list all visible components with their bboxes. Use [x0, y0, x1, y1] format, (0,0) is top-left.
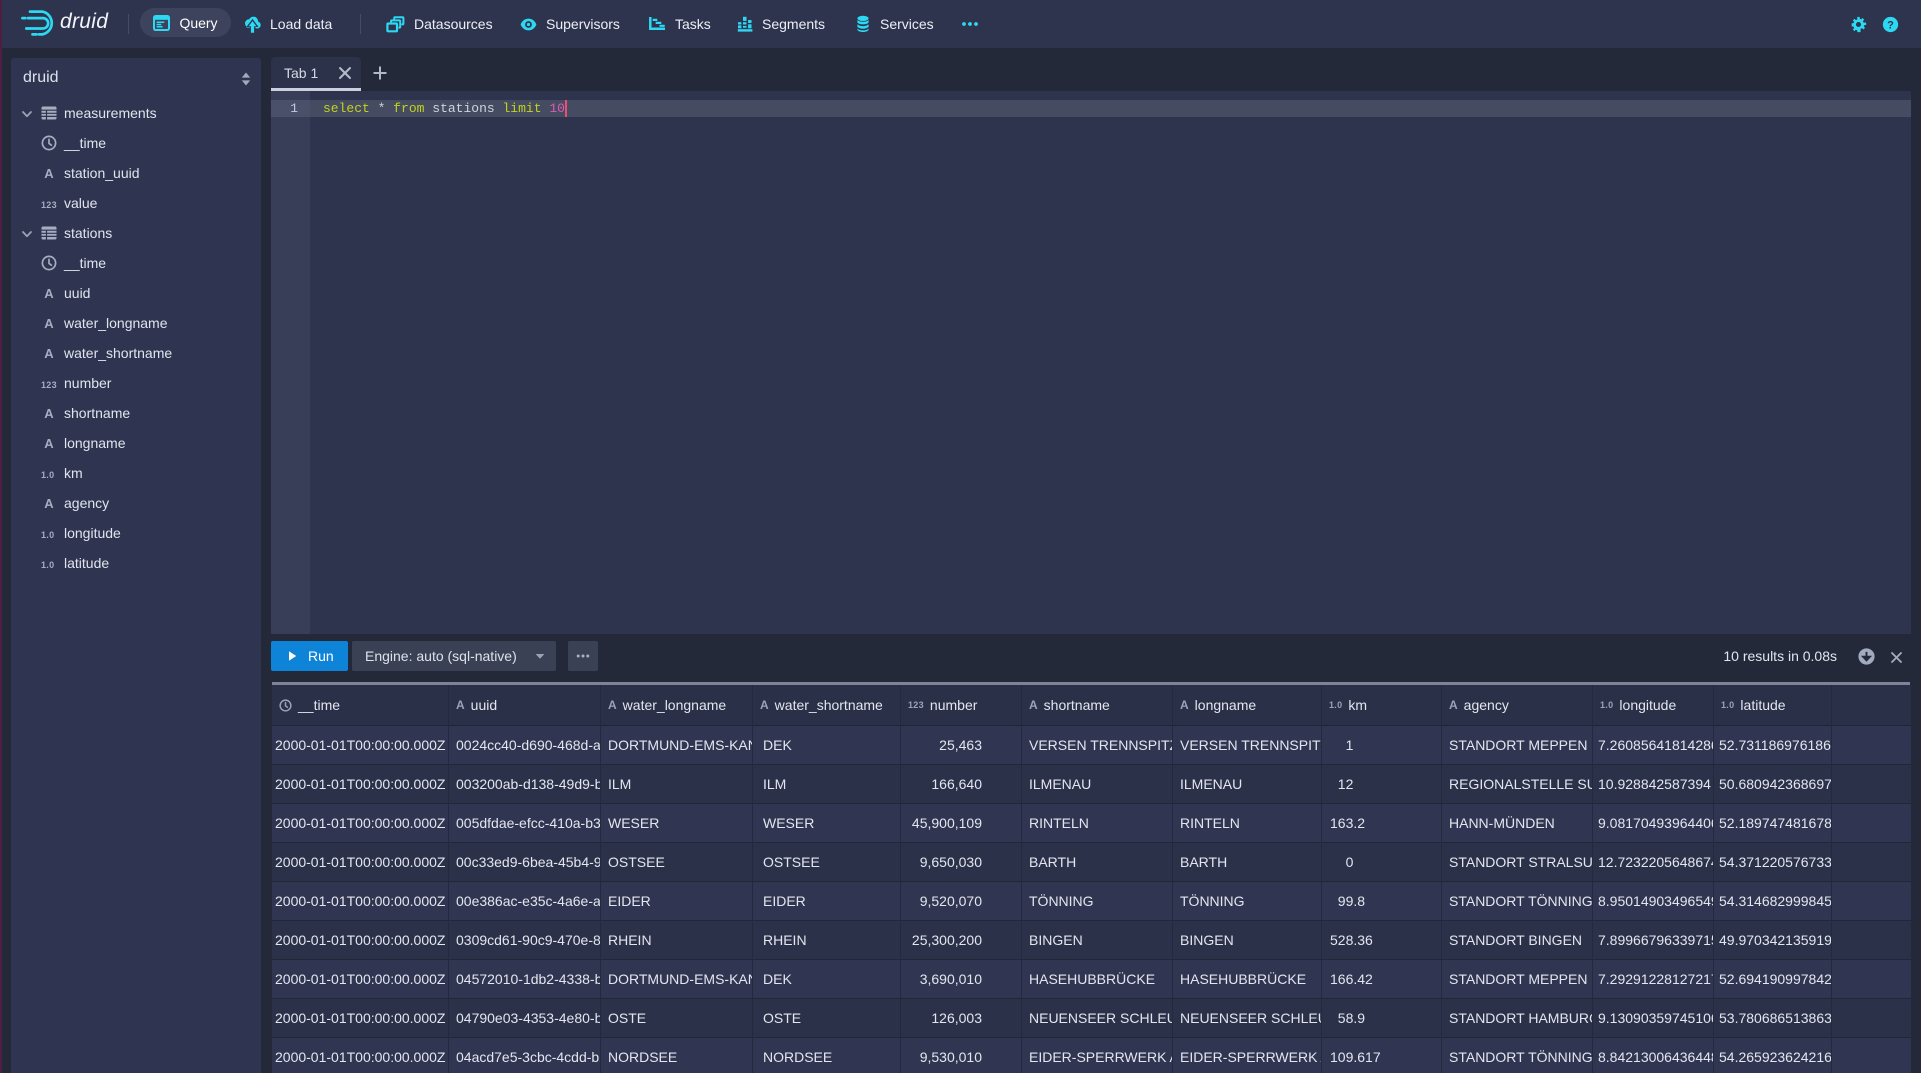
svg-text:?: ? — [1887, 19, 1894, 31]
